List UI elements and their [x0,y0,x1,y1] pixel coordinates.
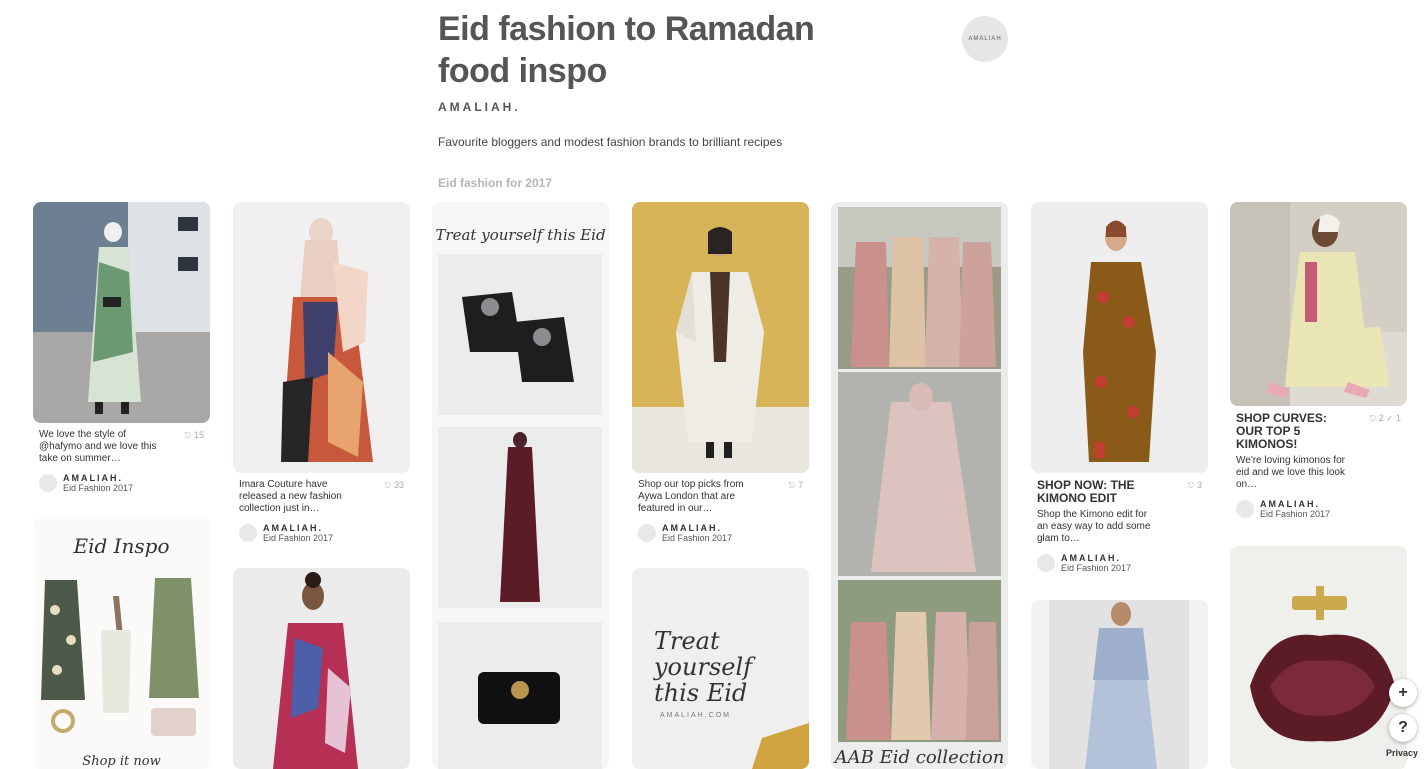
board-name: Eid Fashion 2017 [1061,563,1132,573]
pin-image[interactable] [1230,202,1407,406]
pin-icon: ⎋ [788,481,795,490]
board-owner-name[interactable]: AMALIAH. [438,100,521,114]
pin-description: Imara Couture have released a new fashio… [239,479,342,514]
pin-image[interactable] [33,202,210,423]
board-name: Eid Fashion 2017 [662,533,733,543]
pin-description: Shop our top picks from Aywa London that… [638,479,744,514]
pin-card[interactable]: Eid Inspo Shop it now [33,518,210,769]
pin-owner[interactable]: AMALIAH. Eid Fashion 2017 [1236,499,1401,519]
tried-count-value: 1 [1395,413,1401,423]
pin-image[interactable]: Treat yourself this Eid AMALIAH.COM [632,568,809,769]
pin-title: SHOP NOW: THE KIMONO EDIT [1037,478,1135,505]
pin-image[interactable] [233,568,410,769]
pin-icon: ⎋ [384,481,391,490]
owner-avatar[interactable]: AMALIAH [962,16,1008,62]
pin-card[interactable]: Shop our top picks from Aywa London that… [632,202,809,543]
pin-icon: ⎋ [1369,414,1376,423]
repin-count-value: 33 [393,480,404,490]
pin-card[interactable]: SHOP CURVES: OUR TOP 5 KIMONOS! We're lo… [1230,202,1407,519]
pin-image[interactable] [233,202,410,473]
owner-name: AMALIAH. [662,523,722,533]
add-button[interactable]: + [1389,679,1417,707]
pin-card[interactable]: Treat yourself this Eid [432,202,609,769]
pin-card[interactable] [1230,546,1407,769]
pin-image-cta: Shop it now [82,754,161,769]
owner-avatar-small [638,524,656,542]
pin-image[interactable]: AAB Eid collection [831,202,1008,769]
section-label: Eid fashion for 2017 [438,176,553,190]
pin-description: We're loving kimonos for eid and we love… [1236,455,1345,490]
pin-icon: ⎋ [1187,481,1194,490]
owner-name: AMALIAH. [63,473,123,483]
pin-image[interactable] [1230,546,1407,769]
repin-count: ⎋ 15 [185,429,204,442]
owner-avatar-small [239,524,257,542]
privacy-link[interactable]: Privacy [1386,748,1418,758]
board-description: Favourite bloggers and modest fashion br… [438,135,783,149]
pin-image[interactable] [1031,202,1208,473]
owner-name: AMALIAH. [263,523,323,533]
pin-owner[interactable]: AMALIAH. Eid Fashion 2017 [39,473,204,493]
pin-owner[interactable]: AMALIAH. Eid Fashion 2017 [239,523,404,543]
pin-description: We love the style of @hafymo and we love… [39,429,157,464]
pin-owner[interactable]: AMALIAH. Eid Fashion 2017 [1037,553,1202,573]
check-icon: ✓ [1386,414,1393,423]
pin-image[interactable] [632,202,809,473]
board-name: Eid Fashion 2017 [1260,509,1331,519]
repin-count: ⎋ 3 [1188,479,1202,492]
board-name: Eid Fashion 2017 [263,533,334,543]
board-name: Eid Fashion 2017 [63,483,134,493]
pin-card[interactable] [233,568,410,769]
repin-count-value: 7 [797,480,803,490]
pin-title: SHOP CURVES: OUR TOP 5 KIMONOS! [1236,411,1327,451]
help-button[interactable]: ? [1389,714,1417,742]
owner-avatar-small [1037,554,1055,572]
repin-count-value: 3 [1196,480,1202,490]
pin-image[interactable] [1031,600,1208,769]
repin-count: ⎋ 2 ✓ 1 [1369,412,1401,425]
repin-count-value: 2 [1378,413,1384,423]
repin-count: ⎋ 33 [385,479,404,492]
owner-name: AMALIAH. [1260,499,1320,509]
pin-image[interactable]: Treat yourself this Eid [432,202,609,769]
pin-description: Shop the Kimono edit for an easy way to … [1037,509,1151,544]
pin-card[interactable]: AAB Eid collection [831,202,1008,769]
owner-avatar-small [39,474,57,492]
board-title: Eid fashion to Ramadan food inspo [438,10,815,90]
pin-image-text: AAB Eid collection [834,747,1005,768]
pin-card[interactable]: We love the style of @hafymo and we love… [33,202,210,493]
pin-card[interactable]: Treat yourself this Eid AMALIAH.COM [632,568,809,769]
owner-name: AMALIAH. [1061,553,1121,563]
owner-avatar-small [1236,500,1254,518]
pin-card[interactable] [1031,600,1208,769]
pin-image[interactable]: Eid Inspo Shop it now [33,518,210,769]
repin-count-value: 15 [193,430,204,440]
pin-icon: ⎋ [184,431,191,440]
repin-count: ⎋ 7 [789,479,803,492]
pin-owner[interactable]: AMALIAH. Eid Fashion 2017 [638,523,803,543]
pin-card[interactable]: SHOP NOW: THE KIMONO EDIT Shop the Kimon… [1031,202,1208,573]
pin-card[interactable]: Imara Couture have released a new fashio… [233,202,410,543]
